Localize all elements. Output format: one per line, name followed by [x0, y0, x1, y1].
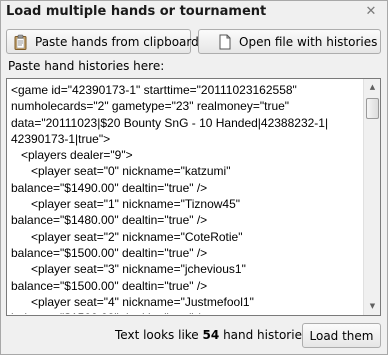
title-bar: Load multiple hands or tournament ✕: [1, 1, 387, 25]
text-line: <player seat="4" nickname="Justmefool1": [11, 294, 254, 309]
hand-count: 54: [202, 328, 220, 342]
status-prefix: Text looks like: [115, 328, 199, 342]
text-line: balance="$1480.00" dealtin="true" />: [11, 213, 208, 228]
hand-history-text[interactable]: <game id="42390173-1" starttime="2011102…: [11, 82, 363, 314]
paste-prompt-label: Paste hand histories here:: [8, 59, 165, 73]
scroll-down-arrow-icon[interactable]: ▼: [365, 299, 380, 314]
text-line: balance="$1500.00" dealtin="true" />: [11, 245, 208, 260]
open-file-button[interactable]: Open file with histories: [198, 29, 381, 54]
text-line: <players dealer="9">: [11, 148, 133, 163]
text-line: <game id="42390173-1" starttime="2011102…: [11, 83, 297, 97]
text-line: numholecards="2" gametype="23" realmoney…: [11, 99, 290, 114]
close-icon[interactable]: ✕: [361, 3, 381, 21]
status-suffix: hand histories: [223, 328, 309, 342]
text-line: balance="$1500.00" dealtin="true" />: [11, 310, 363, 314]
text-line: <player seat="0" nickname="katzumi": [11, 164, 231, 179]
hand-history-textarea[interactable]: <game id="42390173-1" starttime="2011102…: [6, 78, 381, 316]
text-line: <player seat="1" nickname="Tiznow45": [11, 197, 241, 212]
text-line: balance="$1490.00" dealtin="true" />: [11, 180, 208, 195]
load-hands-dialog: Load multiple hands or tournament ✕ Past…: [0, 0, 388, 355]
vertical-scrollbar[interactable]: ▲ ▼: [363, 79, 380, 315]
paste-from-clipboard-button[interactable]: Paste hands from clipboard: [6, 29, 199, 54]
load-them-button[interactable]: Load them: [302, 323, 381, 348]
dialog-title: Load multiple hands or tournament: [6, 4, 267, 19]
scroll-up-arrow-icon[interactable]: ▲: [365, 80, 380, 95]
scrollbar-thumb[interactable]: [366, 98, 379, 119]
file-icon: [219, 34, 231, 49]
text-line: <player seat="2" nickname="CoteRotie": [11, 229, 243, 244]
text-line: balance="$1500.00" dealtin="true" />: [11, 278, 208, 293]
text-line: <player seat="3" nickname="jchevious1": [11, 262, 246, 277]
detection-status: Text looks like 54 hand histories: [115, 328, 308, 342]
paste-button-label: Paste hands from clipboard: [35, 34, 199, 49]
clipboard-icon: [14, 34, 27, 50]
text-line: 42390173-1|true">: [11, 131, 111, 146]
text-line: data="20111023|$20 Bounty SnG - 10 Hande…: [11, 115, 329, 130]
load-button-label: Load them: [309, 328, 374, 343]
open-button-label: Open file with histories: [239, 34, 378, 49]
